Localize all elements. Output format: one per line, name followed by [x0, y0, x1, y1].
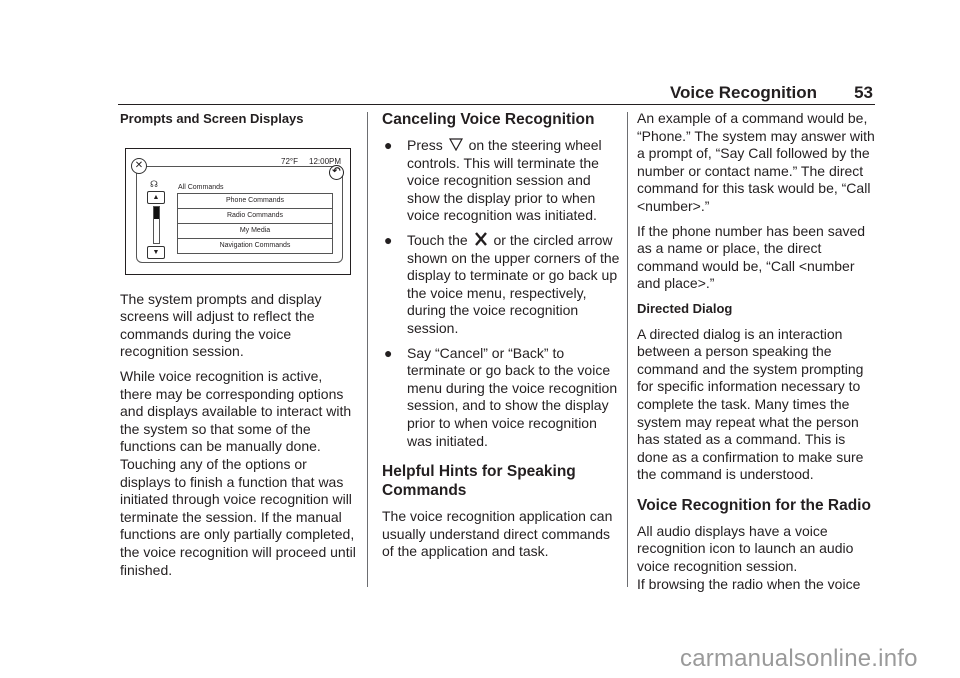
figure-command-list: Phone Commands Radio Commands My Media N… — [177, 192, 333, 254]
figure-scrollbar — [153, 205, 160, 244]
bullet-item: ● Press on the steering wheel controls. … — [382, 137, 622, 225]
bullet-text: Touch the — [407, 231, 468, 248]
paragraph: All audio displays have a voice recognit… — [637, 523, 877, 593]
bullet-marker: ● — [384, 344, 393, 361]
triangle-up-icon: ▲ — [147, 190, 165, 204]
column-divider — [627, 112, 628, 587]
subhead-directed-dialog: Directed Dialog — [637, 300, 733, 316]
heading-voice-radio: Voice Recognition for the Radio — [637, 496, 871, 514]
paragraph: While voice recognition is active, there… — [120, 367, 356, 578]
watermark: carmanualsonline.info — [680, 645, 918, 672]
subhead-prompts: Prompts and Screen Displays — [120, 111, 304, 126]
figure-list-item: Phone Commands — [177, 192, 333, 209]
paragraph-line: If browsing the radio when the voice — [637, 575, 861, 592]
paragraph: The system prompts and display screens w… — [120, 290, 322, 360]
heading-helpful-hints: Helpful Hints for Speaking Commands — [382, 463, 576, 500]
paragraph: A directed dialog is an interaction betw… — [637, 325, 864, 483]
bullet-marker: ● — [384, 231, 393, 248]
column-3: An example of a command would be, “Phone… — [637, 110, 877, 593]
section-title: Voice Recognition — [669, 83, 817, 102]
end-voice-triangle-icon — [448, 138, 463, 151]
figure-list-item: Radio Commands — [177, 208, 333, 224]
bullet-item: ● Touch the or the circled arrow shown o… — [382, 232, 622, 338]
paragraph-line: All audio displays have a voice recognit… — [637, 522, 854, 575]
bullet-text: Say “Cancel” or “Back” to terminate or g… — [407, 344, 618, 449]
paragraph: An example of a command would be, “Phone… — [637, 110, 875, 214]
column-divider — [367, 112, 368, 587]
column-2: Canceling Voice Recognition ● Press on t… — [382, 110, 622, 568]
figure-list-item: Navigation Commands — [177, 238, 333, 254]
circled-back-arrow-icon: ↶ — [329, 164, 344, 180]
column-1: Prompts and Screen Displays 72°F 12:00PM… — [120, 110, 356, 586]
bullet-item: ● Say “Cancel” or “Back” to terminate or… — [382, 345, 622, 451]
bullet-marker: ● — [384, 137, 393, 153]
bullet-list: ● Press on the steering wheel controls. … — [382, 137, 622, 450]
voice-screen-figure: 72°F 12:00PM ✕ ↶ ☊ All Commands ▲ ▼ Phon… — [125, 147, 351, 275]
heading-canceling: Canceling Voice Recognition — [382, 111, 595, 128]
paragraph: If the phone number has been saved as a … — [637, 222, 866, 292]
bullet-text: Press — [407, 137, 443, 153]
figure-list-item: My Media — [177, 223, 333, 239]
triangle-down-icon: ▼ — [147, 245, 165, 259]
x-close-icon — [474, 232, 487, 246]
paragraph: The voice recognition application can us… — [382, 508, 613, 560]
page-header: Voice Recognition 53 — [118, 80, 875, 105]
figure-scroll-thumb — [154, 206, 159, 219]
circled-x-icon: ✕ — [131, 157, 147, 174]
page-number: 53 — [854, 83, 873, 102]
